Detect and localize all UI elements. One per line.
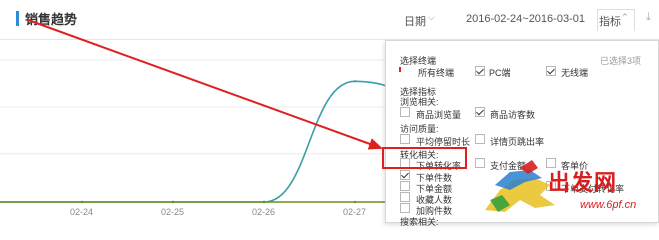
terminal-wireless-label[interactable]: 无线端	[561, 66, 588, 79]
group-search-label: 搜索相关:	[400, 217, 439, 227]
order-items-checkbox[interactable]	[400, 170, 410, 180]
add-to-cart-checkbox[interactable]	[400, 203, 410, 213]
terminal-pc-checkbox[interactable]	[475, 66, 485, 76]
product-visitors-label[interactable]: 商品访客数	[490, 108, 535, 121]
terminal-pc-label[interactable]: PC端	[489, 66, 511, 79]
avg-stay-checkbox[interactable]	[400, 134, 410, 144]
order-amount-checkbox[interactable]	[400, 181, 410, 191]
bounce-rate-checkbox[interactable]	[475, 134, 485, 144]
bounce-rate-label[interactable]: 详情页跳出率	[490, 135, 544, 148]
watermark-text: 出发网	[548, 170, 618, 196]
selected-count: 已选择3项	[600, 56, 642, 66]
product-views-checkbox[interactable]	[400, 107, 410, 117]
product-visitors-checkbox[interactable]	[475, 107, 485, 117]
red-marker	[399, 67, 401, 72]
watermark-url: www.6pf.cn	[580, 199, 637, 211]
terminal-wireless-checkbox[interactable]	[546, 66, 556, 76]
product-views-label[interactable]: 商品浏览量	[416, 108, 461, 121]
favorites-checkbox[interactable]	[400, 192, 410, 202]
conversion-highlight-box	[382, 147, 467, 169]
terminal-all-label[interactable]: 所有终端	[418, 66, 454, 79]
